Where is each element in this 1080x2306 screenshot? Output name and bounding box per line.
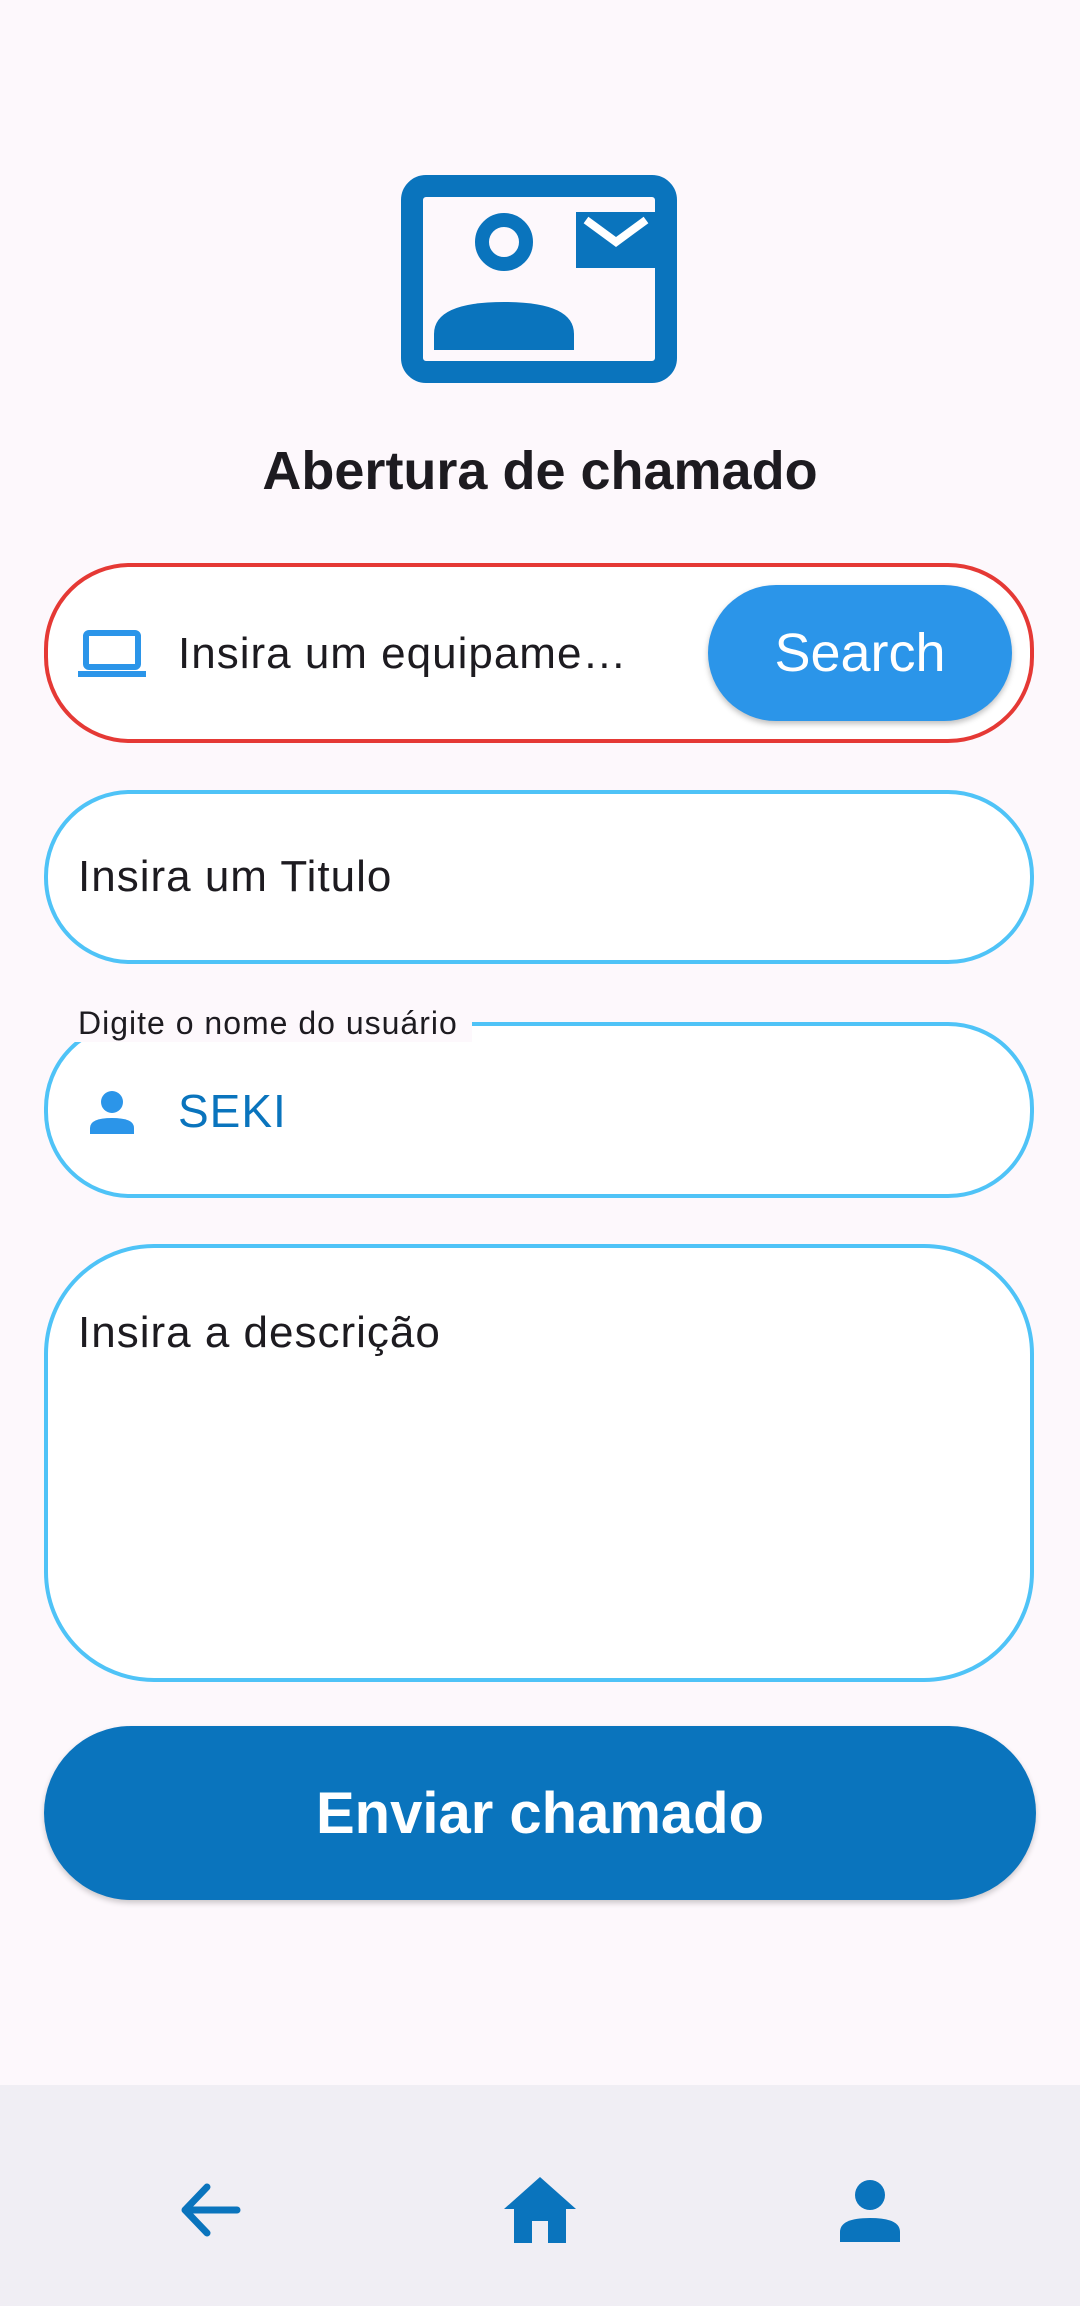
description-field[interactable]: Insira a descrição: [44, 1244, 1034, 1682]
home-icon: [504, 2177, 576, 2243]
person-icon: [90, 1091, 134, 1134]
title-placeholder: Insira um Titulo: [78, 852, 393, 901]
arrow-back-icon: [181, 2183, 241, 2237]
nav-home-button[interactable]: [495, 2165, 585, 2255]
equipment-search-field[interactable]: Insira um equipame… Search: [44, 563, 1034, 743]
person-icon: [840, 2180, 900, 2242]
laptop-icon: [78, 630, 146, 677]
search-button[interactable]: Search: [708, 585, 1012, 721]
nav-back-button[interactable]: [165, 2165, 255, 2255]
contact-mail-icon: [401, 175, 677, 383]
page-title: Abertura de chamado: [262, 441, 818, 501]
send-ticket-button[interactable]: Enviar chamado: [44, 1726, 1036, 1900]
user-name-value: SEKI: [178, 1085, 287, 1137]
user-name-field[interactable]: SEKI: [44, 1022, 1034, 1198]
bottom-navigation-bar: [0, 2085, 1080, 2306]
title-field[interactable]: Insira um Titulo: [44, 790, 1034, 964]
equipment-input[interactable]: Insira um equipame…: [178, 629, 638, 679]
nav-profile-button[interactable]: [825, 2165, 915, 2255]
user-name-label: Digite o nome do usuário: [64, 1005, 472, 1042]
description-placeholder: Insira a descrição: [78, 1308, 441, 1357]
